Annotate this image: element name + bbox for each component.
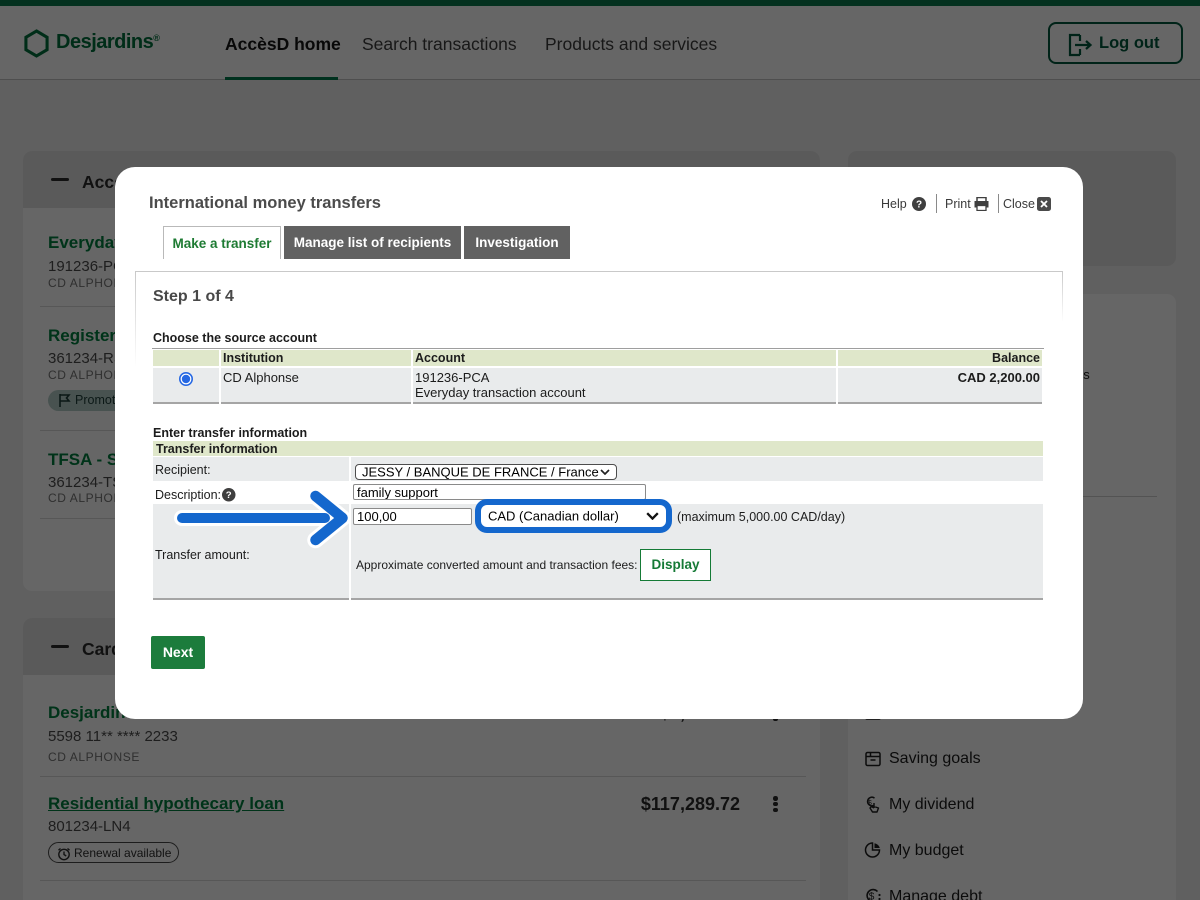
svg-text:?: ? bbox=[916, 200, 922, 211]
